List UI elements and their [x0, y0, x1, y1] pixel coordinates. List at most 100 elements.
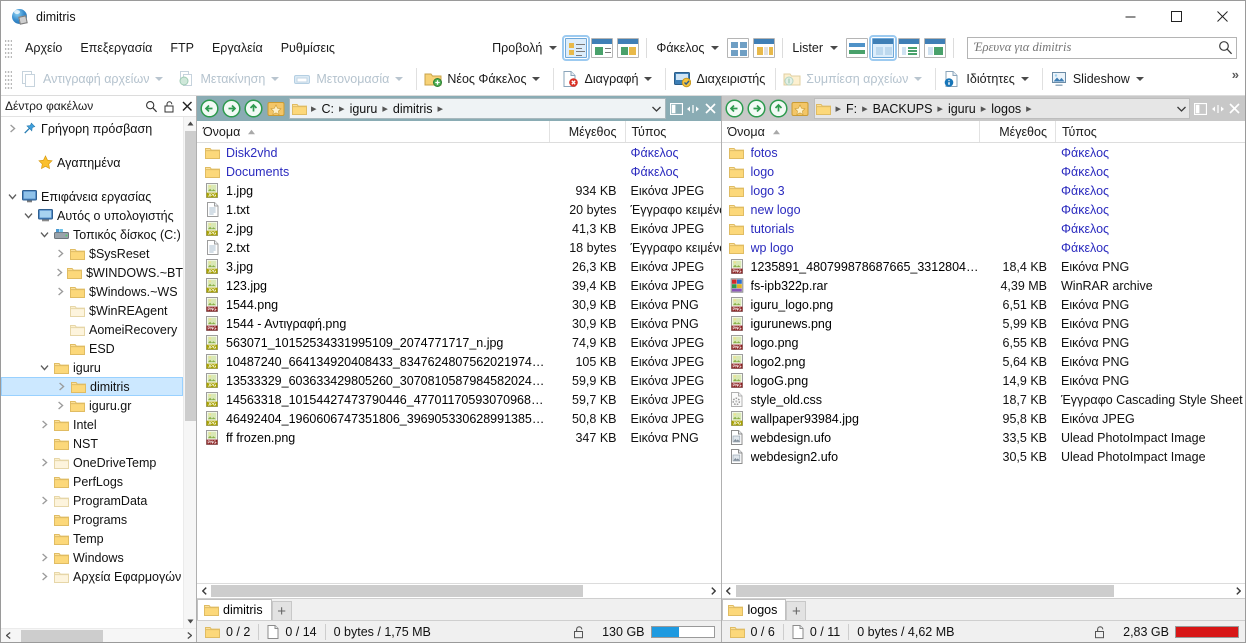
file-row[interactable]: fotos Φάκελος	[722, 143, 1246, 162]
chevron-down-icon[interactable]	[1173, 106, 1189, 112]
file-row[interactable]: JPG 13533329_603633429805260_307081058798…	[197, 371, 721, 390]
maximize-button[interactable]	[1153, 1, 1199, 32]
column-size[interactable]: Μέγεθος	[548, 121, 625, 142]
file-row[interactable]: logo Φάκελος	[722, 162, 1246, 181]
breadcrumb-part[interactable]: logos	[989, 102, 1023, 116]
breadcrumb-part[interactable]: iguru	[348, 102, 380, 116]
tree-scroll-right-icon[interactable]	[182, 632, 196, 639]
file-row[interactable]: fs-ipb322p.rar 4,39 MB WinRAR archive	[722, 276, 1246, 295]
tree-hscroll-thumb[interactable]	[21, 630, 103, 642]
lister-vertical-split-button[interactable]	[869, 34, 897, 61]
split-panel-icon[interactable]	[668, 98, 685, 119]
menu-edit[interactable]: Επεξεργασία	[71, 37, 161, 59]
tree-expander-icon[interactable]	[36, 553, 52, 562]
pane-scroll-left-icon[interactable]	[197, 587, 211, 595]
close-panel-icon[interactable]	[702, 98, 719, 119]
tree-item-dimitris[interactable]: dimitris	[1, 377, 183, 396]
close-button[interactable]	[1199, 1, 1245, 32]
menu-file[interactable]: Αρχείο	[16, 37, 71, 59]
new-tab-button[interactable]: +	[786, 601, 807, 620]
file-row[interactable]: JPG 2.jpg 41,3 KB Εικόνα JPEG	[197, 219, 721, 238]
search-input[interactable]	[968, 40, 1214, 55]
file-row[interactable]: Documents Φάκελος	[197, 162, 721, 181]
properties-button[interactable]: Ιδιότητες	[939, 66, 1038, 93]
lister-tree-list-button[interactable]	[898, 37, 920, 58]
file-row[interactable]: PNG logo2.png 5,64 KB Εικόνα PNG	[722, 352, 1246, 371]
unlock-icon[interactable]	[572, 625, 586, 639]
file-row[interactable]: webdesign.ufo 33,5 KB Ulead PhotoImpact Im…	[722, 428, 1246, 447]
file-row[interactable]: webdesign2.ufo 30,5 KB Ulead PhotoImpact I…	[722, 447, 1246, 466]
tree-item-[interactable]: Αγαπημένα	[1, 153, 183, 172]
file-row[interactable]: logo 3 Φάκελος	[722, 181, 1246, 200]
pane-tab-left[interactable]: dimitris	[197, 599, 272, 620]
file-row[interactable]: JPG wallpaper93984.jpg 95,8 KB Εικόνα JPEG	[722, 409, 1246, 428]
column-size[interactable]: Μέγεθος	[979, 121, 1055, 142]
lock-cell[interactable]	[1085, 621, 1115, 642]
file-row[interactable]: PNG logo.png 6,55 KB Εικόνα PNG	[722, 333, 1246, 352]
search-box[interactable]	[967, 36, 1237, 59]
file-row[interactable]: new logo Φάκελος	[722, 200, 1246, 219]
menu-ftp[interactable]: FTP	[161, 37, 203, 59]
compress-files-button[interactable]: Συμπίεση αρχείων	[779, 66, 932, 93]
folder-columns-button[interactable]	[753, 37, 776, 58]
pane-scroll-right-icon[interactable]	[707, 587, 721, 595]
file-row[interactable]: style_old.css 18,7 KB Έγγραφο Cascading St…	[722, 390, 1246, 409]
folder-dropdown-caret[interactable]	[711, 45, 720, 50]
file-row[interactable]: PNG 1235891_480799878687665_331280418_n.p…	[722, 257, 1246, 276]
menu-tools[interactable]: Εργαλεία	[203, 37, 272, 59]
tree-item-windows-ws[interactable]: $Windows.~WS	[1, 282, 183, 301]
file-row[interactable]: PNG logoG.png 14,9 KB Εικόνα PNG	[722, 371, 1246, 390]
up-icon[interactable]	[243, 98, 264, 119]
file-row[interactable]: JPG 563071_10152534331995109_2074771717_n…	[197, 333, 721, 352]
new-folder-caret[interactable]	[532, 77, 541, 81]
file-row[interactable]: PNG 1544.png 30,9 KB Εικόνα PNG	[197, 295, 721, 314]
file-row[interactable]: wp logo Φάκελος	[722, 238, 1246, 257]
lister-single-horizontal-button[interactable]	[846, 37, 868, 58]
copy-files-button[interactable]: Αντιγραφή αρχείων	[16, 66, 173, 93]
file-row[interactable]: JPG 10487240_664134920408433_834762480756…	[197, 352, 721, 371]
column-name[interactable]: Όνομα	[197, 121, 549, 142]
tree-item-[interactable]: Αρχεία Εφαρμογών	[1, 567, 183, 586]
close-panel-icon[interactable]	[1226, 98, 1243, 119]
folder-thumbnails-button[interactable]	[727, 37, 750, 58]
move-button[interactable]: Μετακίνηση	[173, 66, 289, 93]
back-icon[interactable]	[724, 98, 745, 119]
swap-panels-icon[interactable]	[685, 98, 702, 119]
pane-tab-right[interactable]: logos	[721, 599, 787, 620]
file-row[interactable]: PNG iguru_logo.png 6,51 KB Εικόνα PNG	[722, 295, 1246, 314]
folder-tree-list[interactable]: Γρήγορη πρόσβαση Αγαπημένα Επιφάνεια εργασ…	[1, 117, 183, 628]
tree-close-icon[interactable]	[178, 97, 196, 115]
tree-item-[interactable]: Αυτός ο υπολογιστής	[1, 206, 183, 225]
tree-item-nst[interactable]: NST	[1, 434, 183, 453]
pane-scroll-right-icon[interactable]	[1231, 587, 1245, 595]
pane-hscroll-track[interactable]	[735, 584, 1232, 598]
file-row[interactable]: 1.txt 20 bytes Έγγραφο κειμένου	[197, 200, 721, 219]
forward-icon[interactable]	[221, 98, 242, 119]
tree-vertical-scrollbar[interactable]	[183, 117, 196, 628]
tree-unlock-icon[interactable]	[160, 97, 178, 115]
tree-expander-icon[interactable]	[20, 211, 36, 220]
tree-expander-icon[interactable]	[52, 268, 67, 277]
lister-dropdown-caret[interactable]	[830, 45, 838, 50]
copy-files-caret[interactable]	[155, 77, 164, 81]
tree-item-intel[interactable]: Intel	[1, 415, 183, 434]
file-row[interactable]: JPG 14563318_10154427473790446_4770117059…	[197, 390, 721, 409]
breadcrumb-part[interactable]: C:	[320, 102, 337, 116]
breadcrumb-part[interactable]: dimitris	[391, 102, 435, 116]
file-row[interactable]: tutorials Φάκελος	[722, 219, 1246, 238]
view-dropdown-caret[interactable]	[549, 45, 558, 50]
menu-grip[interactable]	[5, 37, 12, 58]
swap-panels-icon[interactable]	[1209, 98, 1226, 119]
tree-expander-icon[interactable]	[52, 401, 68, 410]
pane-hscroll-thumb[interactable]	[735, 585, 1114, 597]
folder-label[interactable]: Φάκελος	[652, 41, 708, 55]
tree-hscroll-track[interactable]	[15, 629, 182, 642]
tree-item-onedrivetemp[interactable]: OneDriveTemp	[1, 453, 183, 472]
file-row[interactable]: Disk2vhd Φάκελος	[197, 143, 721, 162]
properties-caret[interactable]	[1020, 77, 1029, 81]
tree-scroll-down-icon[interactable]	[184, 615, 197, 628]
forward-icon[interactable]	[746, 98, 767, 119]
delete-caret[interactable]	[644, 77, 653, 81]
tree-horizontal-scrollbar[interactable]	[1, 628, 196, 642]
tree-expander-icon[interactable]	[36, 230, 52, 239]
